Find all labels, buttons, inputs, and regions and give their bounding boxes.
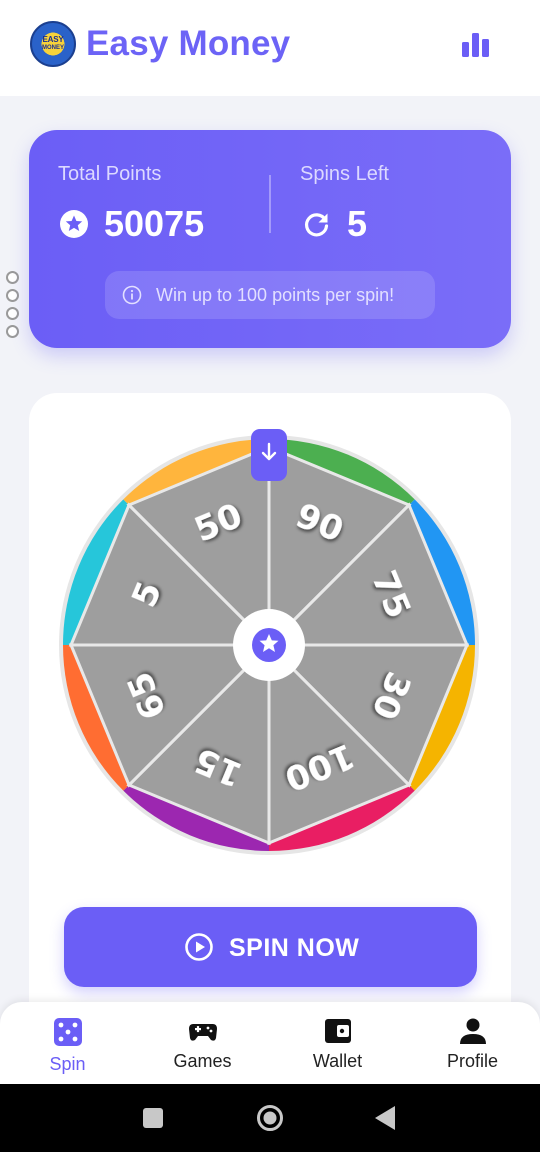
nav-label-profile: Profile: [446, 1051, 499, 1071]
total-points-value: 50075: [104, 203, 205, 244]
play-circle-icon: [185, 933, 213, 961]
wheel-card: 90 75 30 100 15 65 5 50 SPIN NOW: [29, 393, 511, 1033]
bottom-nav: Spin Games Wallet Profile: [0, 1002, 540, 1084]
nav-item-wallet[interactable]: Wallet: [270, 1002, 405, 1084]
logo-text-line2: MONEY: [41, 45, 64, 51]
info-text: Win up to 100 points per spin!: [156, 285, 395, 305]
spins-left-value: 5: [347, 203, 368, 244]
app-logo: EASY MONEY: [30, 21, 76, 67]
floating-handle[interactable]: [6, 271, 20, 341]
nav-label-spin: Spin: [49, 1054, 86, 1074]
star-circle-icon: [60, 210, 88, 238]
nav-item-spin[interactable]: Spin: [0, 1002, 135, 1084]
spin-wheel[interactable]: 9075301001565550: [59, 423, 479, 863]
handle-dot: [6, 325, 19, 338]
dice-icon: [53, 1018, 82, 1046]
handle-dot: [6, 289, 19, 302]
nav-label-wallet: Wallet: [312, 1051, 363, 1071]
home-icon[interactable]: [256, 1104, 284, 1132]
info-icon: [122, 285, 142, 305]
bar-chart-icon[interactable]: [459, 30, 493, 60]
total-points-label: Total Points: [58, 163, 162, 185]
info-banner: Win up to 100 points per spin!: [105, 271, 435, 319]
recents-icon[interactable]: [143, 1108, 163, 1128]
wheel-pointer: [251, 429, 287, 481]
logo-text-line1: EASY: [42, 35, 64, 44]
refresh-icon: [304, 213, 329, 237]
handle-dot: [6, 271, 19, 284]
spin-now-button[interactable]: SPIN NOW: [64, 907, 477, 987]
spins-left-label: Spins Left: [300, 163, 389, 185]
gamepad-icon: [188, 1024, 217, 1041]
spin-now-label: SPIN NOW: [229, 934, 360, 962]
system-nav-bar: [0, 1084, 540, 1152]
nav-label-games: Games: [173, 1051, 232, 1071]
nav-item-games[interactable]: Games: [135, 1002, 270, 1084]
app-title: Easy Money: [86, 24, 291, 63]
wallet-icon: [324, 1019, 351, 1043]
points-card: Total Points 50075 Spins Left 5 Win up t…: [29, 130, 511, 348]
app-header: EASY MONEY Easy Money: [0, 0, 540, 96]
person-icon: [459, 1018, 486, 1044]
nav-item-profile[interactable]: Profile: [405, 1002, 540, 1084]
back-icon[interactable]: [374, 1105, 396, 1131]
card-divider: [269, 175, 271, 233]
handle-dot: [6, 307, 19, 320]
